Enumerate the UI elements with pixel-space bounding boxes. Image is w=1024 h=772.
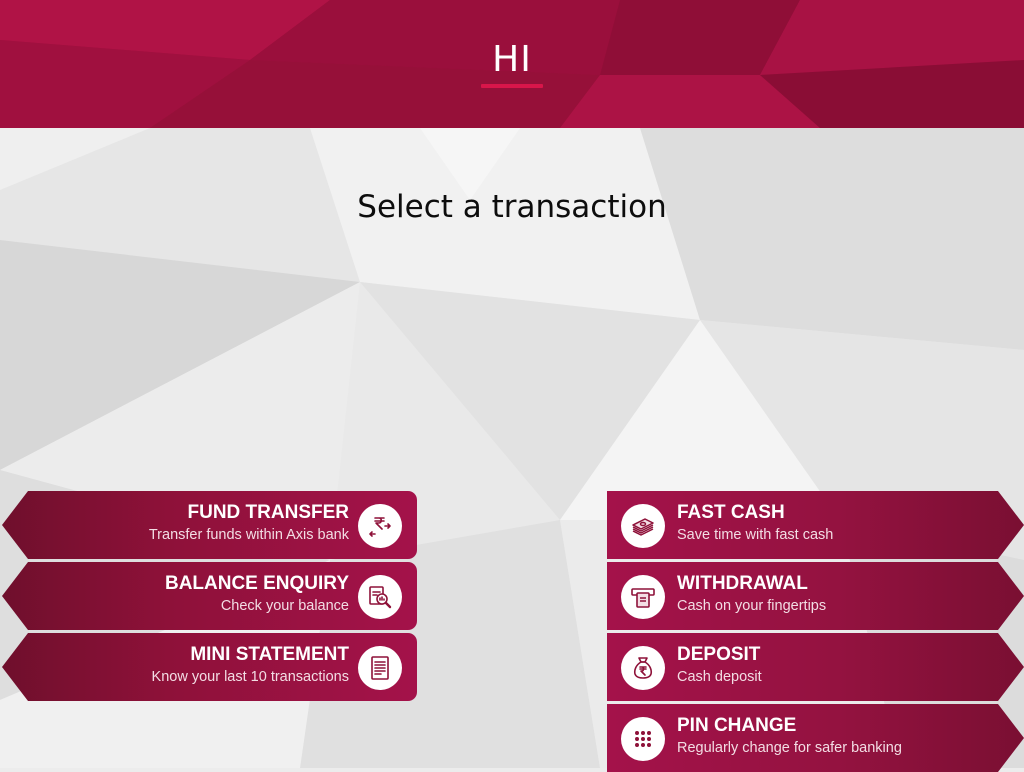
statement-icon bbox=[358, 646, 402, 690]
fast-cash-button[interactable]: FAST CASH Save time with fast cash bbox=[607, 491, 1024, 559]
keypad-icon bbox=[621, 717, 665, 761]
option-title: FUND TRANSFER bbox=[187, 502, 350, 523]
option-title: FAST CASH bbox=[677, 502, 785, 523]
option-title: DEPOSIT bbox=[677, 644, 761, 665]
option-subtitle: Know your last 10 transactions bbox=[151, 669, 349, 685]
atm-withdraw-icon bbox=[621, 575, 665, 619]
option-title: BALANCE ENQUIRY bbox=[164, 573, 349, 594]
withdrawal-button[interactable]: WITHDRAWAL Cash on your fingertips bbox=[607, 562, 1024, 630]
fund-transfer-button[interactable]: FUND TRANSFER Transfer funds within Axis… bbox=[2, 491, 417, 559]
greeting-underline bbox=[481, 84, 543, 88]
balance-enquiry-button[interactable]: BALANCE ENQUIRY Check your balance bbox=[2, 562, 417, 630]
mini-statement-button[interactable]: MINI STATEMENT Know your last 10 transac… bbox=[2, 633, 417, 701]
deposit-button[interactable]: DEPOSIT Cash deposit bbox=[607, 633, 1024, 701]
greeting-title: HI bbox=[492, 39, 532, 80]
option-subtitle: Cash on your fingertips bbox=[677, 598, 827, 614]
balance-search-icon bbox=[358, 575, 402, 619]
header-banner: HI bbox=[0, 0, 1024, 128]
option-subtitle: Check your balance bbox=[220, 598, 349, 614]
option-subtitle: Save time with fast cash bbox=[677, 527, 834, 543]
page-title: Select a transaction bbox=[357, 189, 667, 225]
option-subtitle: Cash deposit bbox=[677, 669, 762, 685]
option-title: PIN CHANGE bbox=[677, 715, 797, 736]
option-title: WITHDRAWAL bbox=[677, 573, 808, 594]
option-subtitle: Transfer funds within Axis bank bbox=[148, 527, 349, 543]
option-subtitle: Regularly change for safer banking bbox=[677, 740, 902, 756]
rupee-transfer-icon bbox=[358, 504, 402, 548]
cash-stack-icon bbox=[621, 504, 665, 548]
option-title: MINI STATEMENT bbox=[190, 644, 349, 665]
money-bag-icon bbox=[621, 646, 665, 690]
pin-change-button[interactable]: PIN CHANGE Regularly change for safer ba… bbox=[607, 704, 1024, 772]
